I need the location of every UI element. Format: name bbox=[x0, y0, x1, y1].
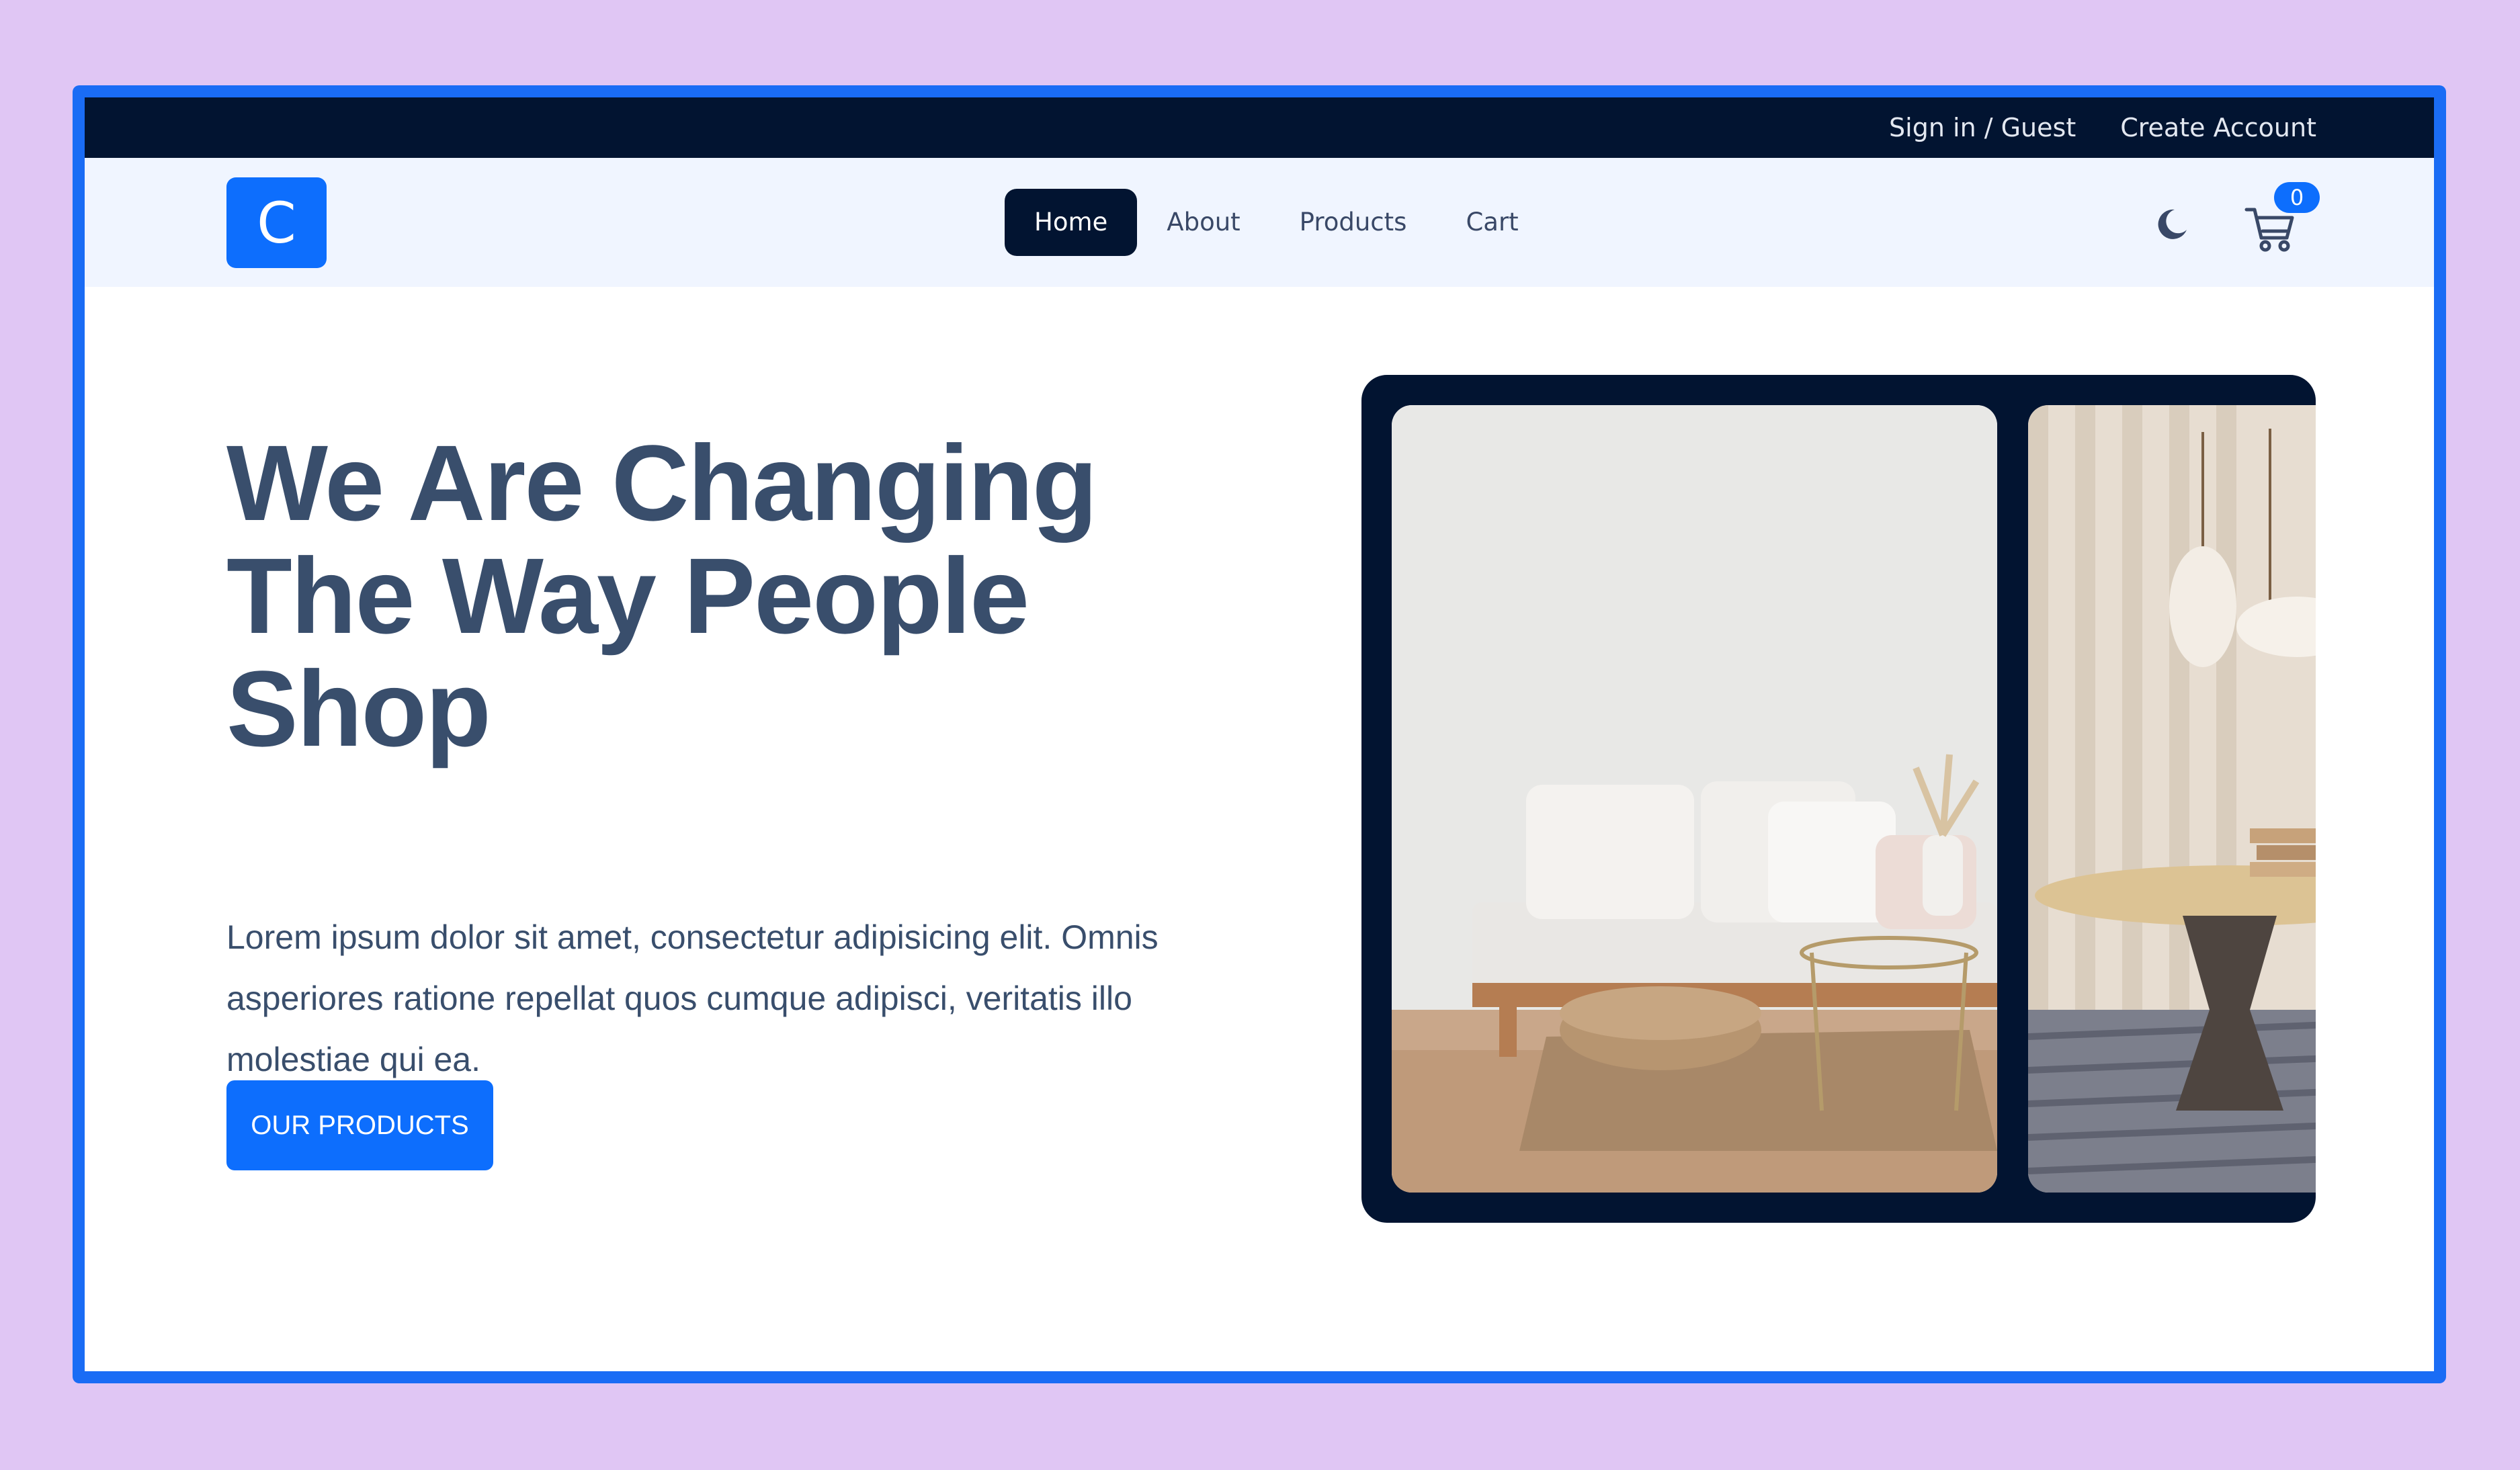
dining-room-image bbox=[2028, 405, 2316, 1193]
logo[interactable]: C bbox=[226, 177, 327, 268]
nav-products[interactable]: Products bbox=[1270, 189, 1437, 256]
nav-home[interactable]: Home bbox=[1005, 189, 1138, 256]
hero-title: We Are Changing The Way People Shop bbox=[226, 427, 1302, 765]
hero-title-line: The Way People bbox=[226, 535, 1030, 656]
nav-about[interactable]: About bbox=[1137, 189, 1269, 256]
cart-count-badge: 0 bbox=[2274, 182, 2320, 213]
main-nav: Home About Products Cart bbox=[1005, 158, 1548, 287]
account-links: Sign in / Guest Create Account bbox=[1889, 97, 2316, 158]
carousel-slide-dining[interactable] bbox=[2028, 405, 2316, 1193]
top-bar: Sign in / Guest Create Account bbox=[85, 97, 2434, 158]
carousel-slide-sofa[interactable] bbox=[1392, 405, 1997, 1193]
nav-cart[interactable]: Cart bbox=[1436, 189, 1548, 256]
hero-title-line: We Are Changing bbox=[226, 423, 1098, 543]
create-account-link[interactable]: Create Account bbox=[2120, 113, 2316, 142]
our-products-button[interactable]: OUR PRODUCTS bbox=[226, 1080, 493, 1170]
sign-in-link[interactable]: Sign in / Guest bbox=[1889, 113, 2076, 142]
browser-frame: Sign in / Guest Create Account C Home Ab… bbox=[73, 85, 2446, 1383]
navbar: C Home About Products Cart 0 bbox=[85, 158, 2434, 287]
hero-description: Lorem ipsum dolor sit amet, consectetur … bbox=[226, 918, 1159, 1078]
image-carousel[interactable] bbox=[1361, 375, 2316, 1223]
hero-title-line: Shop bbox=[226, 648, 491, 769]
sofa-room-image bbox=[1392, 405, 1997, 1193]
moon-icon[interactable] bbox=[2154, 207, 2189, 242]
